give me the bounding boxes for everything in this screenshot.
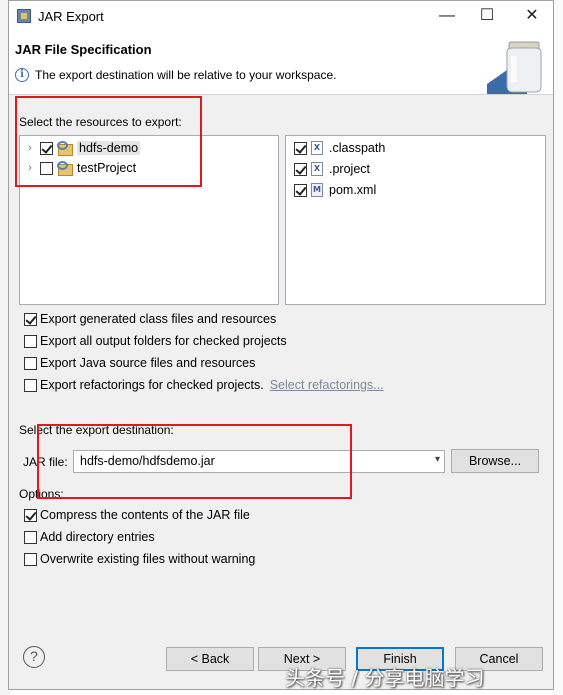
files-list[interactable]: X .classpath X .project M pom.xml: [285, 135, 546, 305]
annotation-box-resources: [15, 96, 202, 187]
compress-checkbox[interactable]: [24, 508, 37, 522]
project-file-checkbox[interactable]: [294, 162, 307, 176]
export-java-source-checkbox[interactable]: [24, 356, 37, 370]
maximize-button[interactable]: ☐: [469, 5, 505, 27]
window-title: JAR Export: [38, 9, 104, 24]
export-java-source-option[interactable]: Export Java source files and resources: [24, 356, 255, 370]
option-label: Compress the contents of the JAR file: [40, 508, 250, 522]
select-refactorings-link[interactable]: Select refactorings...: [270, 378, 384, 392]
classpath-checkbox[interactable]: [294, 141, 307, 155]
export-generated-option[interactable]: Export generated class files and resourc…: [24, 312, 276, 326]
file-label: .project: [329, 162, 370, 176]
compress-option[interactable]: Compress the contents of the JAR file: [24, 508, 250, 522]
page-title: JAR File Specification: [15, 42, 152, 57]
wizard-header: JAR File Specification i The export dest…: [9, 32, 553, 95]
overwrite-option[interactable]: Overwrite existing files without warning: [24, 552, 255, 566]
export-output-folders-checkbox[interactable]: [24, 334, 37, 348]
file-label: pom.xml: [329, 183, 377, 197]
option-label: Overwrite existing files without warning: [40, 552, 256, 566]
option-label: Add directory entries: [40, 530, 155, 544]
list-item[interactable]: X .project: [290, 159, 370, 179]
close-button[interactable]: ✕: [514, 5, 550, 27]
option-label: Export all output folders for checked pr…: [40, 334, 287, 348]
title-bar: JAR Export — ☐ ✕: [9, 1, 553, 32]
eclipse-app-icon: [17, 9, 31, 23]
minimize-button[interactable]: —: [429, 5, 465, 27]
maven-file-icon: M: [311, 183, 323, 197]
option-label: Export Java source files and resources: [40, 356, 256, 370]
info-icon: i: [15, 68, 29, 82]
jar-banner-icon: [487, 41, 542, 94]
list-item[interactable]: X .classpath: [290, 138, 385, 158]
directory-entries-option[interactable]: Add directory entries: [24, 530, 155, 544]
overwrite-checkbox[interactable]: [24, 552, 37, 566]
background-editor-strip-right: [553, 0, 563, 695]
xml-file-icon: X: [311, 141, 323, 155]
file-label: .classpath: [329, 141, 386, 155]
page-description: The export destination will be relative …: [35, 68, 337, 82]
directory-entries-checkbox[interactable]: [24, 530, 37, 544]
help-icon[interactable]: ?: [23, 646, 45, 668]
watermark-text: 头条号 / 分享电脑学习: [285, 666, 485, 690]
option-label: Export refactorings for checked projects…: [40, 378, 264, 392]
xml-file-icon: X: [311, 162, 323, 176]
export-generated-checkbox[interactable]: [24, 312, 37, 326]
export-refactorings-checkbox[interactable]: [24, 378, 37, 392]
pom-checkbox[interactable]: [294, 183, 307, 197]
browse-button[interactable]: Browse...: [451, 449, 539, 473]
export-refactorings-option[interactable]: Export refactorings for checked projects…: [24, 378, 384, 392]
export-output-folders-option[interactable]: Export all output folders for checked pr…: [24, 334, 287, 348]
option-label: Export generated class files and resourc…: [40, 312, 277, 326]
list-item[interactable]: M pom.xml: [290, 180, 376, 200]
back-button[interactable]: < Back: [166, 647, 254, 671]
chevron-down-icon[interactable]: ▾: [435, 454, 440, 465]
annotation-box-destination: [37, 424, 352, 499]
